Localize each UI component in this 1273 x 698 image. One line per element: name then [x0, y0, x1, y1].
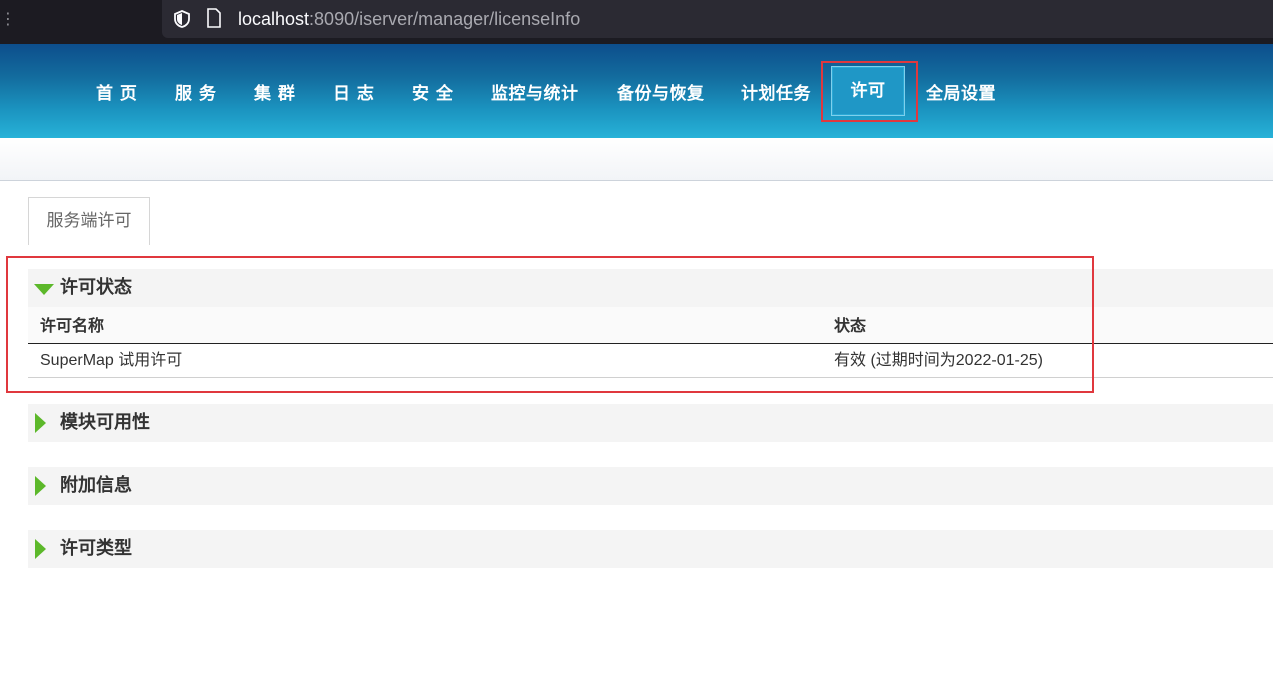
nav-global-settings[interactable]: 全局设置 [926, 82, 996, 106]
nav-scheduled-tasks[interactable]: 计划任务 [741, 82, 811, 106]
nav-home[interactable]: 首 页 [96, 82, 137, 106]
nav-logs[interactable]: 日 志 [333, 82, 374, 106]
shield-icon[interactable] [172, 9, 192, 29]
section-module-availability[interactable]: 模块可用性 [28, 404, 1273, 442]
page-icon[interactable] [206, 8, 222, 28]
nav-security[interactable]: 安 全 [412, 82, 453, 106]
url-text[interactable]: localhost:8090/iserver/manager/licenseIn… [238, 7, 580, 31]
collapsed-arrow-icon [35, 539, 46, 559]
license-nav-highlight [821, 61, 918, 122]
toolbar-edge-icon: ⋮ [0, 9, 16, 28]
collapsed-arrow-icon [35, 476, 46, 496]
nav-cluster[interactable]: 集 群 [254, 82, 295, 106]
url-path: :8090/iserver/manager/licenseInfo [309, 9, 581, 29]
address-bar[interactable]: localhost:8090/iserver/manager/licenseIn… [162, 0, 1273, 38]
collapsed-arrow-icon [35, 413, 46, 433]
section-title: 模块可用性 [60, 412, 150, 433]
tab-server-license[interactable]: 服务端许可 [28, 197, 150, 245]
nav-services[interactable]: 服 务 [175, 82, 216, 106]
url-host: localhost [238, 9, 310, 29]
nav-monitoring[interactable]: 监控与统计 [491, 82, 579, 106]
section-title: 附加信息 [60, 475, 132, 496]
section-license-type[interactable]: 许可类型 [28, 530, 1273, 568]
main-nav: 首 页 服 务 集 群 日 志 安 全 监控与统计 备份与恢复 计划任务 许可 … [0, 44, 1273, 138]
license-status-highlight [6, 256, 1094, 393]
browser-toolbar: ⋮ localhost:8090/iserver/manager/license… [0, 0, 1273, 44]
sub-header [0, 138, 1273, 181]
section-additional-info[interactable]: 附加信息 [28, 467, 1273, 505]
section-title: 许可类型 [60, 538, 132, 559]
nav-backup[interactable]: 备份与恢复 [617, 82, 705, 106]
